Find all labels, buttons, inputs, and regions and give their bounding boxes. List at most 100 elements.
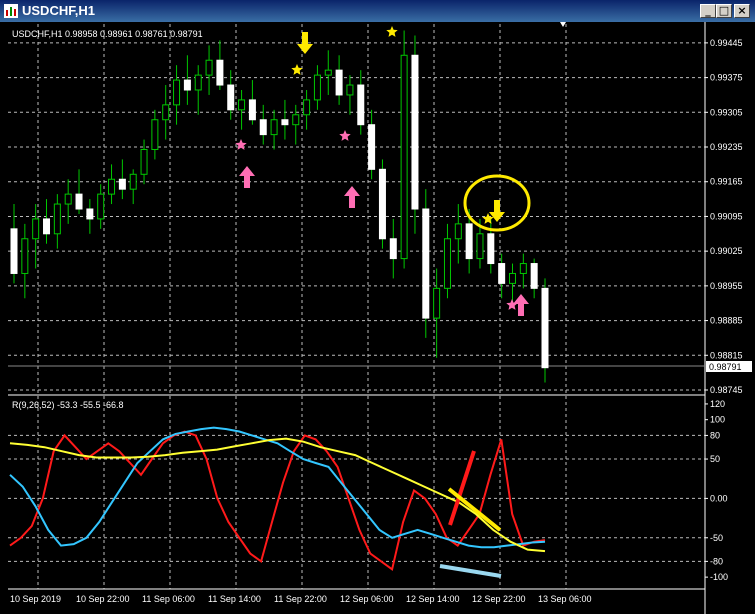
candle-body bbox=[433, 287, 441, 319]
candle-body bbox=[519, 263, 527, 274]
indicator-tick-label: 100 bbox=[710, 415, 725, 425]
candle-body bbox=[10, 228, 18, 274]
price-tick-label: 0.98745 bbox=[710, 385, 743, 395]
candle-body bbox=[443, 238, 451, 289]
candle-body bbox=[64, 193, 72, 205]
time-tick-label: 11 Sep 22:00 bbox=[274, 594, 327, 604]
pink-star-marker bbox=[339, 130, 351, 141]
time-tick-label: 12 Sep 22:00 bbox=[472, 594, 526, 604]
candle-body bbox=[97, 193, 105, 220]
candle-body bbox=[508, 272, 516, 284]
candle-body bbox=[335, 69, 343, 96]
indicator-tick-label: 120 bbox=[710, 399, 725, 409]
candle-body bbox=[227, 84, 235, 111]
candle-body bbox=[216, 59, 224, 86]
yellow-star-marker bbox=[291, 64, 303, 75]
candle-body bbox=[498, 263, 506, 284]
candle-body bbox=[75, 193, 83, 210]
candle-body bbox=[183, 79, 191, 91]
price-tick-label: 0.99375 bbox=[710, 73, 743, 83]
indicator-tick-label: 0.00 bbox=[710, 493, 728, 503]
time-tick-label: 11 Sep 06:00 bbox=[142, 594, 195, 604]
candle-body bbox=[411, 54, 419, 210]
close-button[interactable]: × bbox=[734, 4, 750, 18]
candle-body bbox=[281, 119, 289, 126]
candle-body bbox=[270, 119, 278, 136]
candle-body bbox=[140, 148, 148, 175]
indicator-tick-label: -100 bbox=[710, 572, 728, 582]
candle-body bbox=[205, 59, 213, 76]
up-arrow-signal bbox=[239, 166, 255, 188]
candle-body bbox=[357, 84, 365, 126]
maximize-button[interactable]: □ bbox=[716, 4, 732, 18]
candle-body bbox=[162, 104, 170, 121]
price-candles bbox=[10, 30, 549, 383]
candle-body bbox=[32, 218, 40, 240]
current-price-label: 0.98791 bbox=[709, 362, 742, 372]
indicator-tick-label: -80 bbox=[710, 556, 723, 566]
price-tick-label: 0.98955 bbox=[710, 281, 743, 291]
candle-body bbox=[118, 178, 126, 190]
candle-body bbox=[303, 99, 311, 116]
grid-lines bbox=[8, 24, 705, 589]
drawn-blue-trend-stroke bbox=[439, 564, 502, 578]
candle-body bbox=[43, 218, 51, 235]
candle-body bbox=[313, 74, 321, 101]
candle-body bbox=[454, 223, 462, 240]
yellow-star-marker bbox=[386, 26, 398, 37]
pink-star-marker bbox=[235, 139, 247, 150]
candle-body bbox=[346, 84, 354, 96]
price-tick-label: 0.99235 bbox=[710, 142, 743, 152]
candle-body bbox=[292, 114, 300, 126]
indicator-line-26 bbox=[9, 426, 546, 549]
time-tick-label: 12 Sep 06:00 bbox=[340, 594, 394, 604]
candle-body bbox=[368, 124, 376, 170]
candle-body bbox=[487, 233, 495, 265]
candle-body bbox=[238, 99, 246, 111]
indicator-tick-label: 80 bbox=[710, 430, 720, 440]
candle-body bbox=[422, 208, 430, 319]
chart-window: USDCHF,H1 _ □ × 0.99445 0.99375 0.99305 0.9… bbox=[0, 0, 755, 614]
chart-shift-marker[interactable] bbox=[560, 22, 566, 27]
candle-body bbox=[259, 119, 267, 136]
time-tick-label: 12 Sep 14:00 bbox=[406, 594, 460, 604]
candle-body bbox=[324, 69, 332, 76]
price-header: USDCHF,H1 0.98958 0.98961 0.98761 0.9879… bbox=[12, 29, 203, 39]
drawn-red-trend-stroke bbox=[448, 450, 476, 526]
window-title: USDCHF,H1 bbox=[22, 3, 95, 18]
candle-body bbox=[86, 208, 94, 220]
price-tick-label: 0.99095 bbox=[710, 211, 743, 221]
window-titlebar[interactable]: USDCHF,H1 _ □ × bbox=[0, 0, 755, 22]
price-tick-label: 0.98815 bbox=[710, 350, 743, 360]
candle-body bbox=[389, 238, 397, 260]
indicator-tick-label: 50 bbox=[710, 454, 720, 464]
indicator-header: R(9,26,52) -53.3 -55.5 -66.8 bbox=[12, 400, 124, 410]
candle-body bbox=[194, 74, 202, 91]
price-tick-label: 0.99025 bbox=[710, 246, 743, 256]
price-tick-label: 0.99165 bbox=[710, 177, 743, 187]
candle-body bbox=[108, 178, 116, 195]
candle-body bbox=[476, 233, 484, 260]
candle-body bbox=[378, 168, 386, 240]
time-tick-label: 13 Sep 06:00 bbox=[538, 594, 592, 604]
time-tick-label: 10 Sep 22:00 bbox=[76, 594, 130, 604]
candle-body bbox=[21, 238, 29, 274]
chart-window-icon bbox=[4, 4, 18, 18]
candle-body bbox=[465, 223, 473, 260]
up-arrow-signal bbox=[344, 186, 360, 208]
chart-canvas[interactable]: 0.99445 0.99375 0.99305 0.99235 0.99165 0.990… bbox=[0, 22, 755, 614]
candle-body bbox=[173, 79, 181, 106]
candle-body bbox=[541, 287, 549, 369]
time-tick-label: 10 Sep 2019 bbox=[10, 594, 61, 604]
price-tick-label: 0.99445 bbox=[710, 38, 743, 48]
minimize-button[interactable]: _ bbox=[700, 4, 716, 18]
candle-body bbox=[53, 203, 61, 235]
time-tick-label: 11 Sep 14:00 bbox=[208, 594, 261, 604]
price-tick-label: 0.99305 bbox=[710, 107, 743, 117]
candle-body bbox=[129, 173, 137, 190]
candle-body bbox=[151, 119, 159, 150]
candle-body bbox=[248, 99, 256, 121]
candle-body bbox=[400, 54, 408, 260]
candle-body bbox=[530, 263, 538, 289]
price-tick-label: 0.98885 bbox=[710, 316, 743, 326]
